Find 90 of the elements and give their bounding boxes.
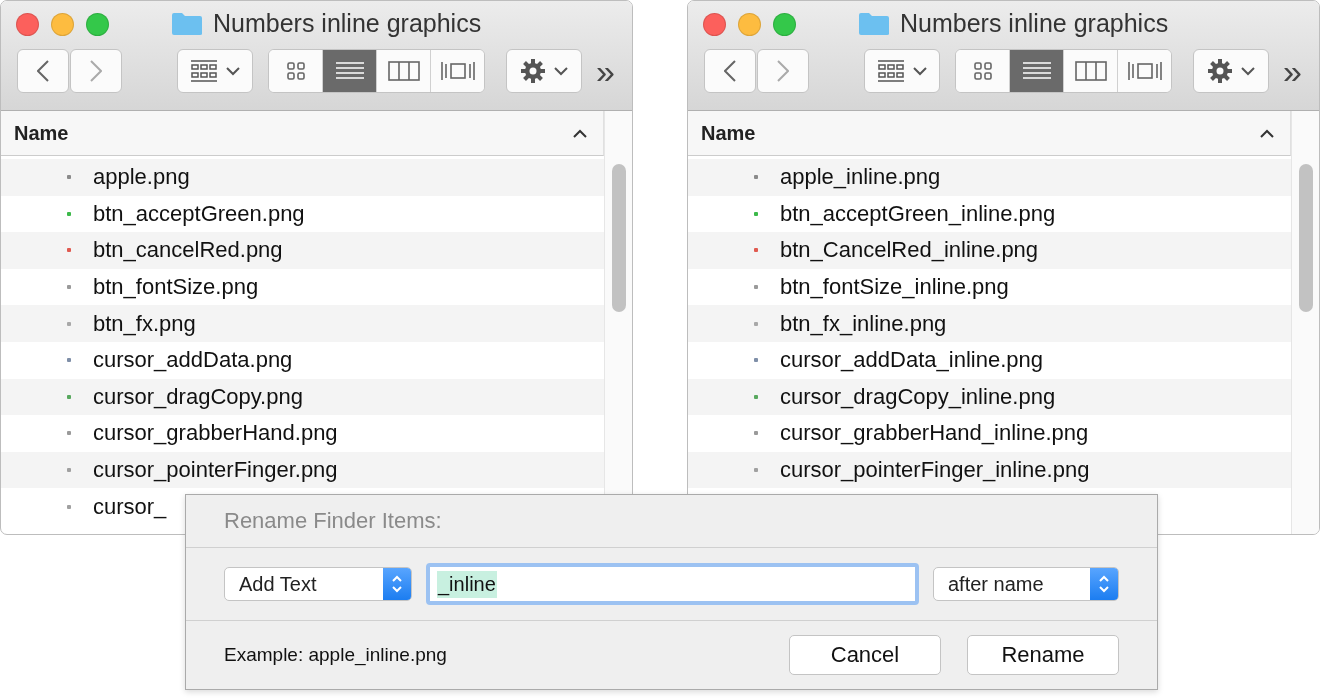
cancel-button[interactable]: Cancel [789,635,941,675]
file-row[interactable]: cursor_pointerFinger.png [1,451,604,489]
file-name: cursor_grabberHand.png [93,420,338,447]
file-name: btn_acceptGreen.png [93,200,305,227]
up-down-icon [391,574,403,594]
window-title: Numbers inline graphics [213,9,482,38]
file-name: btn_CancelRed_inline.png [780,237,1039,264]
chevron-right-icon [90,60,102,82]
up-down-icon [1098,574,1110,594]
view-switcher[interactable] [268,49,485,93]
columns-icon [387,61,420,81]
file-name: cursor_addData_inline.png [780,347,1043,374]
file-name: btn_acceptGreen_inline.png [780,200,1056,227]
more-button[interactable]: » [596,54,615,88]
column-label: Name [701,121,756,145]
gear-icon [520,58,546,84]
file-name: cursor_grabberHand_inline.png [780,420,1089,447]
file-name: btn_fontSize_inline.png [780,274,1009,301]
sort-ascending-icon [573,128,587,138]
action-button[interactable] [1193,49,1269,93]
grid-icon [972,61,993,81]
dialog-title: Rename Finder Items: [224,508,442,534]
file-row[interactable]: btn_fx.png [1,305,604,342]
forward-button[interactable] [757,49,809,93]
zoom-button[interactable] [773,12,796,36]
scrollbar-thumb[interactable] [611,164,626,312]
file-row[interactable]: cursor_pointerFinger_inline.png [688,451,1291,489]
column-label: Name [14,121,69,145]
folder-icon [171,11,203,36]
columns-icon [1074,61,1107,81]
file-name: cursor_dragCopy.png [93,383,303,410]
grid-icon [285,61,306,81]
more-button[interactable]: » [1283,54,1302,88]
close-button[interactable] [16,12,39,36]
chevron-left-icon [37,60,49,82]
arrange-icon [190,60,218,82]
file-row[interactable]: apple.png [1,159,604,196]
file-name: cursor_addData.png [93,347,293,374]
file-row[interactable]: btn_fx_inline.png [688,305,1291,342]
example-text: Example: apple_inline.png [224,644,448,666]
chevron-down-icon [1241,66,1255,76]
sort-ascending-icon [1260,128,1274,138]
chevron-down-icon [913,66,927,76]
view-button[interactable] [1117,50,1171,92]
arrange-button[interactable] [177,49,253,93]
folder-icon [858,11,890,36]
file-name: btn_fx_inline.png [780,310,947,337]
file-name: apple.png [93,164,190,191]
rename-button[interactable]: Rename [967,635,1119,675]
file-row[interactable]: cursor_dragCopy.png [1,378,604,416]
list-icon [1021,61,1052,81]
view-button[interactable] [430,50,484,92]
text-field[interactable]: _inline [426,563,919,605]
file-row[interactable]: cursor_dragCopy_inline.png [688,378,1291,416]
file-row[interactable]: btn_CancelRed_inline.png [688,232,1291,269]
scrollbar-thumb[interactable] [1298,164,1313,312]
column-header[interactable]: Name [1,111,604,156]
view-button[interactable] [322,50,376,92]
file-name: btn_fx.png [93,310,196,337]
file-name: cursor_dragCopy_inline.png [780,383,1056,410]
forward-button[interactable] [70,49,122,93]
chevron-down-icon [554,66,568,76]
zoom-button[interactable] [86,12,109,36]
file-name: cursor_pointerFinger_inline.png [780,457,1090,484]
gear-icon [1207,58,1233,84]
list-icon [334,61,365,81]
file-row[interactable]: apple_inline.png [688,159,1291,196]
file-row[interactable]: btn_cancelRed.png [1,232,604,269]
column-header[interactable]: Name [688,111,1291,156]
window-title: Numbers inline graphics [900,9,1169,38]
action-popup[interactable]: Add Text [224,567,412,601]
chevron-right-icon [777,60,789,82]
back-button[interactable] [704,49,756,93]
view-button[interactable] [1009,50,1063,92]
file-name: btn_cancelRed.png [93,237,283,264]
close-button[interactable] [703,12,726,36]
coverflow-icon [1126,61,1163,81]
file-name: apple_inline.png [780,164,941,191]
back-button[interactable] [17,49,69,93]
position-popup[interactable]: after name [933,567,1119,601]
file-name: cursor_pointerFinger.png [93,457,338,484]
chevron-down-icon [226,66,240,76]
view-switcher[interactable] [955,49,1172,93]
action-button[interactable] [506,49,582,93]
file-name: btn_fontSize.png [93,274,259,301]
chevron-left-icon [724,60,736,82]
file-name: cursor_ [93,493,167,520]
coverflow-icon [439,61,476,81]
arrange-button[interactable] [864,49,940,93]
arrange-icon [877,60,905,82]
